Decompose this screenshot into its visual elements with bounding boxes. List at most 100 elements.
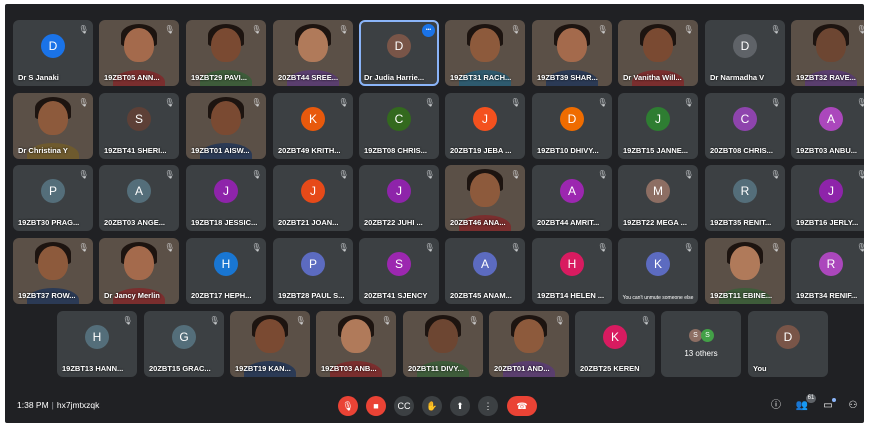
participant-tile[interactable]: 🎙 Dr Christina Y bbox=[13, 93, 93, 159]
mic-muted-icon: 🎙 bbox=[164, 98, 175, 107]
avatar: G bbox=[172, 325, 196, 349]
captions-button[interactable]: CC bbox=[394, 396, 414, 416]
participant-name: 19ZBT37 ROW... bbox=[18, 291, 76, 300]
participant-tile[interactable]: K 🎙 You can't unmute someone else bbox=[618, 238, 698, 304]
participant-tile[interactable]: D 🎙 Dr Narmadha V bbox=[705, 20, 785, 86]
participant-tile[interactable]: 🎙 19ZBT37 ROW... bbox=[13, 238, 93, 304]
video-person-face bbox=[470, 28, 500, 62]
people-button[interactable]: 👥 61 bbox=[794, 394, 816, 414]
participant-tile[interactable]: J 🎙 20ZBT19 JEBA ... bbox=[445, 93, 525, 159]
video-person-face bbox=[470, 173, 500, 207]
avatar: J bbox=[646, 107, 670, 131]
video-person-face bbox=[514, 319, 544, 353]
participant-tile[interactable]: D ••• Dr Judia Harrie... bbox=[359, 20, 439, 86]
avatar: D bbox=[733, 34, 757, 58]
participant-tile[interactable]: D 🎙 Dr S Janaki bbox=[13, 20, 93, 86]
raise-hand-button[interactable]: ✋ bbox=[422, 396, 442, 416]
mic-muted-icon: 🎙 bbox=[597, 98, 608, 107]
mic-muted-icon: 🎙 bbox=[209, 316, 220, 325]
participant-tile[interactable]: J 🎙 19ZBT18 JESSIC... bbox=[186, 165, 266, 231]
participant-tile[interactable]: H 🎙 19ZBT13 HANN... bbox=[57, 311, 137, 377]
video-person-face bbox=[211, 28, 241, 62]
participant-tile[interactable]: D You bbox=[748, 311, 828, 377]
participant-name: 19ZBT30 PRAG... bbox=[18, 218, 80, 227]
participant-name: 20ZBT15 GRAC... bbox=[149, 364, 211, 373]
mic-off-button[interactable]: 🎙 bbox=[338, 396, 358, 416]
participant-name: 19ZBT13 HANN... bbox=[62, 364, 124, 373]
participant-tile[interactable]: S 🎙 19ZBT41 SHERI... bbox=[99, 93, 179, 159]
participant-tile[interactable]: D 🎙 19ZBT10 DHIVY... bbox=[532, 93, 612, 159]
participant-tile[interactable]: 🎙 19ZBT11 EBINE... bbox=[705, 238, 785, 304]
participant-tile[interactable]: 🎙 19ZBT19 KAN... bbox=[230, 311, 310, 377]
participant-name: 20ZBT41 SJENCY bbox=[364, 291, 428, 300]
avatar: J bbox=[301, 179, 325, 203]
participant-tile[interactable]: 🎙 19ZBT03 ANB... bbox=[316, 311, 396, 377]
participant-tile[interactable]: 🎙 Dr Vanitha Will... bbox=[618, 20, 698, 86]
mic-muted-icon: 🎙 bbox=[510, 25, 521, 34]
participant-tile[interactable]: 🎙 Dr Jancy Merlin bbox=[99, 238, 179, 304]
participant-tile[interactable]: 🎙 19ZBT39 SHAR... bbox=[532, 20, 612, 86]
avatar: J bbox=[819, 179, 843, 203]
leave-call-button[interactable]: ☎ bbox=[507, 396, 537, 416]
avatar: A bbox=[819, 107, 843, 131]
participant-name: 19ZBT34 RENIF... bbox=[796, 291, 858, 300]
activities-icon: ⚇ bbox=[848, 400, 858, 411]
mic-muted-icon: 🎙 bbox=[597, 243, 608, 252]
participant-tile[interactable]: P 🎙 19ZBT28 PAUL S... bbox=[273, 238, 353, 304]
participant-tile[interactable]: J 🎙 19ZBT15 JANNE... bbox=[618, 93, 698, 159]
participant-tile[interactable]: H 🎙 19ZBT14 HELEN ... bbox=[532, 238, 612, 304]
meeting-time: 1:38 PM bbox=[17, 400, 49, 410]
activities-button[interactable]: ⚇ bbox=[845, 398, 861, 414]
participant-tile[interactable]: 🎙 19ZBT05 ANN... bbox=[99, 20, 179, 86]
participant-name: 20ZBT17 HEPH... bbox=[191, 291, 252, 300]
avatar: P bbox=[41, 179, 65, 203]
mic-muted-icon: 🎙 bbox=[770, 170, 781, 179]
participant-name: 20ZBT03 ANGE... bbox=[104, 218, 165, 227]
info-icon: ⓘ bbox=[771, 400, 781, 411]
participant-tile[interactable]: 🎙 20ZBT44 SREE... bbox=[273, 20, 353, 86]
participant-name: 19ZBT10 DHIVY... bbox=[537, 146, 599, 155]
participant-tile[interactable]: C 🎙 20ZBT08 CHRIS... bbox=[705, 93, 785, 159]
participant-tile[interactable]: A 🎙 19ZBT03 ANBU... bbox=[791, 93, 864, 159]
avatar: S bbox=[701, 329, 714, 342]
participant-tile[interactable]: A 🎙 20ZBT45 ANAM... bbox=[445, 238, 525, 304]
captions-icon: CC bbox=[397, 401, 411, 411]
participant-tile[interactable]: S S 13 others bbox=[661, 311, 741, 377]
participant-name: 20ZBT25 KEREN bbox=[580, 364, 640, 373]
participant-tile[interactable]: R 🎙 19ZBT34 RENIF... bbox=[791, 238, 864, 304]
participant-tile[interactable]: K 🎙 20ZBT25 KEREN bbox=[575, 311, 655, 377]
avatar: H bbox=[214, 252, 238, 276]
more-vert-icon: ⋮ bbox=[483, 401, 493, 411]
participant-tile[interactable]: J 🎙 19ZBT16 JERLY... bbox=[791, 165, 864, 231]
mic-muted-icon: 🎙 bbox=[164, 243, 175, 252]
participant-tile[interactable]: S 🎙 20ZBT41 SJENCY bbox=[359, 238, 439, 304]
participant-tile[interactable]: H 🎙 20ZBT17 HEPH... bbox=[186, 238, 266, 304]
participant-tile[interactable]: 🎙 20ZBT11 DIVY... bbox=[403, 311, 483, 377]
participant-tile[interactable]: 🎙 19ZBT01 AISW... bbox=[186, 93, 266, 159]
mic-muted-icon: 🎙 bbox=[424, 170, 435, 179]
participant-tile[interactable]: 🎙 19ZBT29 PAVI... bbox=[186, 20, 266, 86]
participant-tile[interactable]: C 🎙 19ZBT08 CHRIS... bbox=[359, 93, 439, 159]
participant-tile[interactable]: 🎙 19ZBT32 RAVE... bbox=[791, 20, 864, 86]
participant-tile[interactable]: J 🎙 20ZBT21 JOAN... bbox=[273, 165, 353, 231]
more-options-icon[interactable]: ••• bbox=[422, 24, 435, 37]
present-button[interactable]: ⬆ bbox=[450, 396, 470, 416]
meeting-details-button[interactable]: ⓘ bbox=[768, 398, 784, 414]
chat-button[interactable]: ▭ bbox=[820, 398, 836, 414]
participant-tile[interactable]: 🎙 19ZBT31 RACH... bbox=[445, 20, 525, 86]
participant-tile[interactable]: P 🎙 19ZBT30 PRAG... bbox=[13, 165, 93, 231]
participant-tile[interactable]: M 🎙 19ZBT22 MEGA ... bbox=[618, 165, 698, 231]
participant-tile[interactable]: 🎙 20ZBT01 AND... bbox=[489, 311, 569, 377]
mic-muted-icon: 🎙 bbox=[510, 243, 521, 252]
participant-tile[interactable]: J 🎙 20ZBT22 JUHI ... bbox=[359, 165, 439, 231]
participant-tile[interactable]: G 🎙 20ZBT15 GRAC... bbox=[144, 311, 224, 377]
participant-tile[interactable]: R 🎙 19ZBT35 RENIT... bbox=[705, 165, 785, 231]
participant-tile[interactable]: A 🎙 20ZBT44 AMRIT... bbox=[532, 165, 612, 231]
participant-tile[interactable]: A 🎙 20ZBT03 ANGE... bbox=[99, 165, 179, 231]
participant-tile[interactable]: K 🎙 20ZBT49 KRITH... bbox=[273, 93, 353, 159]
participant-name: 20ZBT46 ANA... bbox=[450, 218, 506, 227]
more-options-button[interactable]: ⋮ bbox=[478, 396, 498, 416]
camera-off-button[interactable]: ■ bbox=[366, 396, 386, 416]
participant-tile[interactable]: 🎙 20ZBT46 ANA... bbox=[445, 165, 525, 231]
participant-name: 20ZBT45 ANAM... bbox=[450, 291, 512, 300]
